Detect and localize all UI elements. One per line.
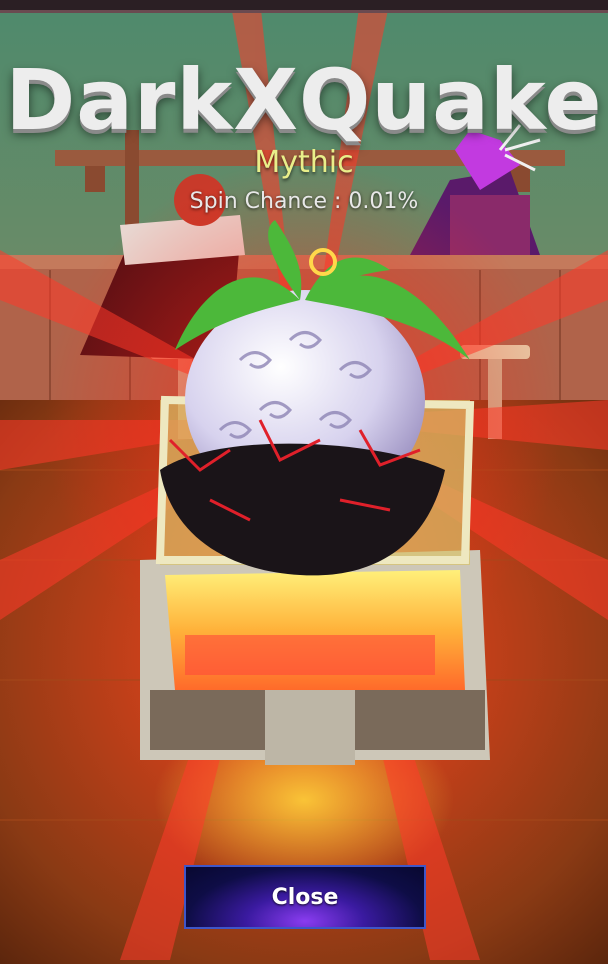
- close-button[interactable]: Close: [184, 865, 426, 929]
- rarity-label: Mythic: [254, 145, 354, 180]
- fruit-name-title: DarkXQuake: [5, 51, 603, 149]
- spin-chance-label: Spin Chance : 0.01%: [189, 189, 419, 214]
- top-bar: [0, 0, 608, 13]
